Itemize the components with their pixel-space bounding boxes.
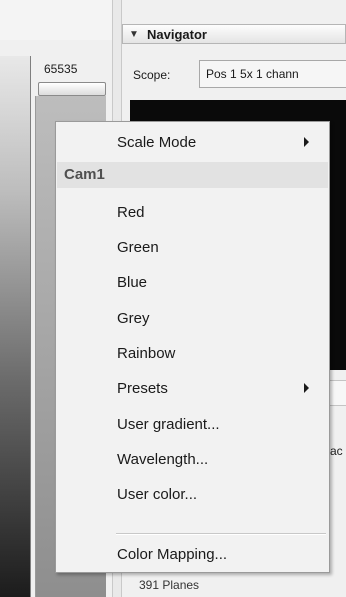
menu-item-label: Grey xyxy=(117,310,150,327)
lut-context-menu: Scale Mode Cam1 Red Green Blue Grey Rain… xyxy=(55,121,330,573)
menu-item-label: Green xyxy=(117,239,159,256)
menu-item-grey[interactable]: Grey xyxy=(56,302,329,336)
clipped-side-text: ac xyxy=(330,444,343,458)
menu-group-label: Cam1 xyxy=(64,166,105,183)
menu-item-presets[interactable]: Presets xyxy=(56,372,329,406)
max-value-label: 65535 xyxy=(44,62,78,76)
menu-item-label: Presets xyxy=(117,380,168,397)
menu-item-label: User gradient... xyxy=(117,416,220,433)
menu-item-red[interactable]: Red xyxy=(56,196,329,230)
histogram-toolbar xyxy=(0,0,112,40)
menu-group-header: Cam1 xyxy=(57,162,328,188)
max-value-slider-handle[interactable] xyxy=(38,82,106,96)
planes-count-label: 391 Planes xyxy=(139,578,200,592)
menu-item-green[interactable]: Green xyxy=(56,231,329,265)
menu-item-label: User color... xyxy=(117,486,198,503)
menu-item-label: Rainbow xyxy=(117,345,176,362)
scope-dropdown[interactable]: Pos 1 5x 1 chann xyxy=(199,60,346,88)
menu-item-label: Wavelength... xyxy=(117,451,209,468)
menu-item-blue[interactable]: Blue xyxy=(56,266,329,300)
menu-item-wavelength[interactable]: Wavelength... xyxy=(56,443,329,477)
menu-item-color-mapping[interactable]: Color Mapping... xyxy=(56,538,329,572)
menu-item-label: Color Mapping... xyxy=(117,546,228,563)
scope-label: Scope: xyxy=(133,68,171,82)
menu-item-rainbow[interactable]: Rainbow xyxy=(56,337,329,371)
menu-item-label: Scale Mode xyxy=(117,134,197,151)
navigator-title: Navigator xyxy=(147,27,207,42)
menu-separator xyxy=(116,533,326,535)
submenu-arrow-icon xyxy=(304,383,309,393)
navigator-header[interactable]: ▼ Navigator xyxy=(122,24,346,44)
menu-item-label: Red xyxy=(117,204,145,221)
collapse-triangle-icon[interactable]: ▼ xyxy=(129,29,139,40)
menu-item-label: Blue xyxy=(117,274,148,291)
submenu-arrow-icon xyxy=(304,137,309,147)
menu-item-user-gradient[interactable]: User gradient... xyxy=(56,408,329,442)
lut-gradient-bar xyxy=(0,56,31,597)
menu-item-user-color[interactable]: User color... xyxy=(56,478,329,512)
menu-item-scale-mode[interactable]: Scale Mode xyxy=(56,126,329,160)
